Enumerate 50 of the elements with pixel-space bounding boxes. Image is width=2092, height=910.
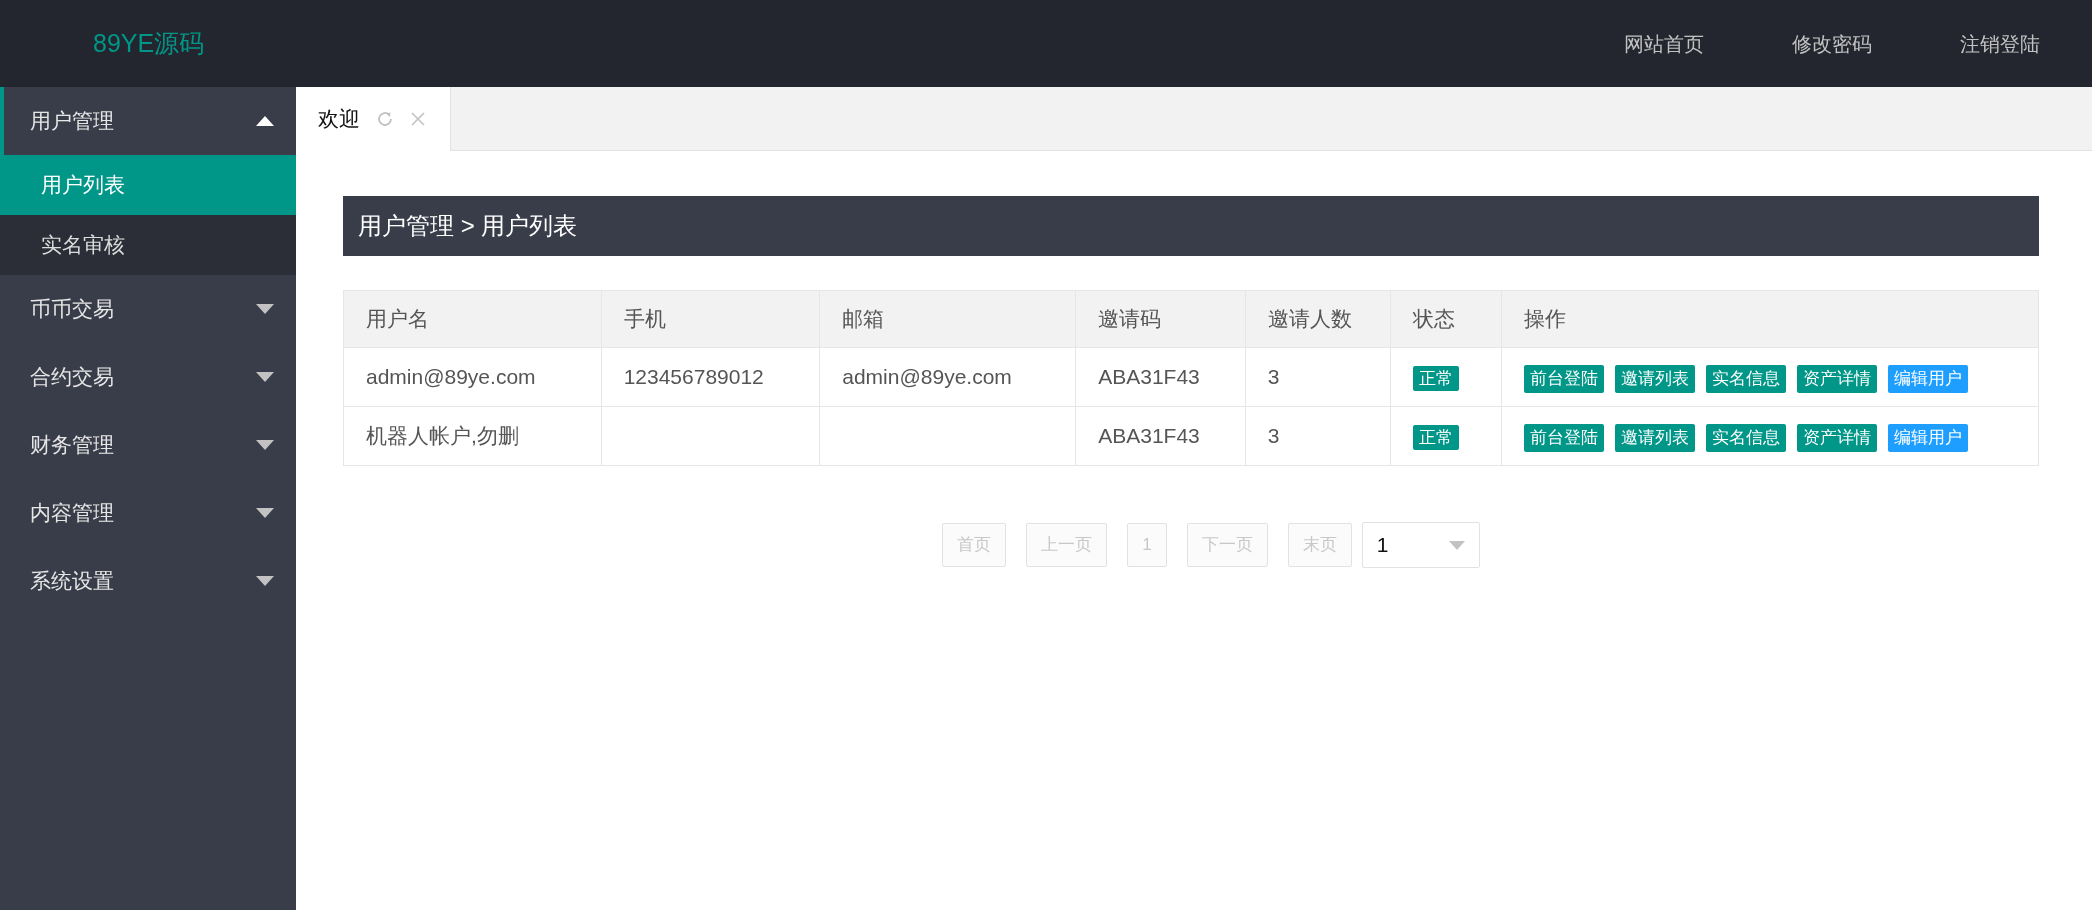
action-button[interactable]: 前台登陆: [1523, 423, 1604, 453]
breadcrumb-bar: 用户管理 > 用户列表: [343, 196, 2039, 256]
status-badge: 正常: [1413, 425, 1460, 451]
caret-down-icon: [256, 440, 274, 450]
column-header: 邀请人数: [1245, 290, 1391, 348]
header-link[interactable]: 修改密码: [1792, 28, 1872, 59]
sidebar-item[interactable]: 内容管理: [0, 479, 296, 547]
column-header: 操作: [1501, 290, 2039, 348]
sidebar-item[interactable]: 财务管理: [0, 411, 296, 479]
action-button[interactable]: 编辑用户: [1887, 423, 1968, 453]
action-button[interactable]: 编辑用户: [1887, 364, 1968, 394]
action-button[interactable]: 邀请列表: [1614, 423, 1695, 453]
sidebar-item[interactable]: 合约交易: [0, 343, 296, 411]
sidebar-item[interactable]: 币币交易: [0, 275, 296, 343]
action-button[interactable]: 实名信息: [1705, 364, 1786, 394]
table-cell: ABA31F43: [1075, 406, 1246, 466]
header-link[interactable]: 网站首页: [1624, 28, 1704, 59]
column-header: 邮箱: [819, 290, 1076, 348]
action-button[interactable]: 实名信息: [1705, 423, 1786, 453]
column-header: 状态: [1390, 290, 1502, 348]
column-header: 邀请码: [1075, 290, 1246, 348]
column-header: 手机: [601, 290, 820, 348]
sidebar-subitem[interactable]: 用户列表: [0, 155, 296, 215]
caret-down-icon: [1448, 540, 1465, 550]
action-button[interactable]: 资产详情: [1796, 364, 1877, 394]
table-cell: ABA31F43: [1075, 347, 1246, 407]
table-cell: 3: [1245, 347, 1391, 407]
page-select[interactable]: 1: [1361, 522, 1480, 568]
table-cell: admin@89ye.com: [343, 347, 602, 407]
action-button[interactable]: 前台登陆: [1523, 364, 1604, 394]
status-badge: 正常: [1413, 366, 1460, 392]
table-cell: 机器人帐户,勿删: [343, 406, 602, 466]
action-button[interactable]: 邀请列表: [1614, 364, 1695, 394]
sidebar-subitem[interactable]: 实名审核: [0, 215, 296, 275]
table-cell: 123456789012: [601, 347, 820, 407]
table-cell: admin@89ye.com: [819, 347, 1076, 407]
caret-up-icon: [256, 116, 274, 126]
refresh-icon[interactable]: [376, 110, 394, 128]
column-header: 用户名: [343, 290, 602, 348]
table-cell: 3: [1245, 406, 1391, 466]
sidebar-item[interactable]: 系统设置: [0, 547, 296, 615]
action-button[interactable]: 资产详情: [1796, 423, 1877, 453]
caret-down-icon: [256, 372, 274, 382]
tab[interactable]: 欢迎: [296, 87, 451, 151]
caret-down-icon: [256, 576, 274, 586]
caret-down-icon: [256, 508, 274, 518]
caret-down-icon: [256, 304, 274, 314]
close-icon[interactable]: [410, 111, 426, 127]
logo-text: 89YE源码: [93, 27, 205, 59]
header-link[interactable]: 注销登陆: [1960, 28, 2040, 59]
